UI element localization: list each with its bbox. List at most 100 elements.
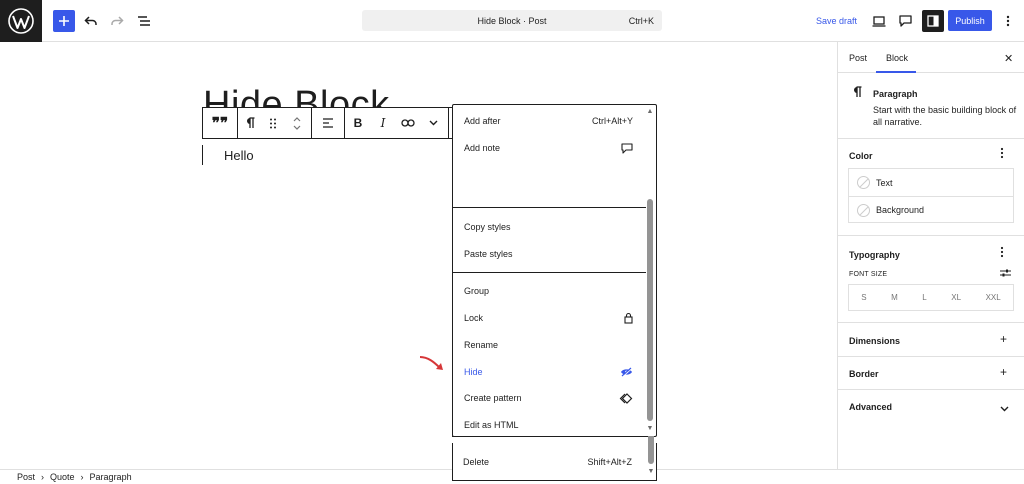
preview-button[interactable] [868, 10, 890, 32]
plus-icon [59, 16, 69, 26]
block-options-menu: Add after Ctrl+Alt+Y Add note Copy style… [452, 104, 657, 437]
color-panel: Color Text Background [838, 139, 1024, 236]
symbol-icon [619, 385, 633, 411]
menu-scrollbar[interactable]: ▲ ▼ [646, 107, 654, 434]
chevron-right-icon: › [80, 472, 84, 482]
comments-button[interactable] [894, 10, 916, 32]
publish-button[interactable]: Publish [948, 10, 992, 31]
save-draft-button[interactable]: Save draft [816, 16, 857, 26]
typography-options-button[interactable] [1000, 246, 1004, 261]
scroll-down-icon[interactable]: ▼ [647, 468, 655, 475]
font-size-l[interactable]: L [922, 293, 926, 302]
custom-size-icon[interactable] [1000, 268, 1011, 280]
command-palette-bar[interactable]: Hide Block · Post Ctrl+K [362, 10, 662, 31]
close-icon[interactable]: ✕ [1004, 52, 1013, 65]
menu-separator [453, 272, 646, 273]
color-option-label: Background [876, 205, 925, 215]
color-option-background[interactable]: Background [849, 196, 1013, 223]
plus-icon[interactable]: + [1000, 365, 1007, 379]
scrollbar-thumb[interactable] [647, 199, 653, 421]
swatch-icon [857, 203, 870, 217]
quote-parent-icon[interactable]: ❞❞ [203, 108, 237, 138]
lock-icon [624, 305, 633, 331]
advanced-panel[interactable]: Advanced [838, 390, 1024, 424]
breadcrumb-paragraph[interactable]: Paragraph [90, 472, 132, 482]
command-shortcut: Ctrl+K [628, 16, 654, 26]
breadcrumb-quote[interactable]: Quote [50, 472, 75, 482]
color-option-text[interactable]: Text [849, 169, 1013, 196]
settings-toggle-button[interactable] [922, 10, 944, 32]
document-overview-button[interactable] [133, 10, 155, 32]
font-size-xxl[interactable]: XXL [986, 293, 1001, 302]
font-size-xl[interactable]: XL [951, 293, 961, 302]
swatch-icon [857, 176, 870, 189]
laptop-icon [872, 15, 886, 27]
chevron-down-icon[interactable] [421, 108, 445, 138]
block-toolbar: ❞❞ B I [202, 107, 481, 139]
dimensions-panel[interactable]: Dimensions + [838, 323, 1024, 357]
menu-item-label: Delete [463, 457, 490, 467]
plus-icon[interactable]: + [1000, 332, 1007, 346]
menu-item-rename[interactable]: Rename [453, 332, 643, 358]
menu-separator [452, 436, 645, 437]
border-panel[interactable]: Border + [838, 357, 1024, 390]
font-size-s[interactable]: S [861, 293, 866, 302]
bold-icon[interactable]: B [345, 108, 371, 138]
block-card-title: Paragraph [873, 89, 918, 99]
comment-icon [898, 15, 912, 27]
shortcut-label: Shift+Alt+Z [587, 457, 632, 467]
typography-panel-title: Typography [849, 250, 900, 260]
menu-item-label: Copy styles [464, 222, 511, 232]
undo-button[interactable] [80, 10, 102, 32]
menu-scrollbar-lower: ▼ [647, 436, 655, 479]
menu-item-group[interactable]: Group [453, 278, 643, 304]
menu-item-edit-as-html[interactable]: Edit as HTML [453, 412, 643, 436]
color-options-button[interactable] [1000, 147, 1004, 162]
tab-block[interactable]: Block [886, 53, 908, 63]
font-size-m[interactable]: M [891, 293, 898, 302]
comment-icon [621, 135, 633, 161]
scroll-up-icon[interactable]: ▲ [646, 107, 654, 117]
chevron-down-icon[interactable] [1000, 401, 1009, 415]
italic-icon[interactable]: I [371, 108, 395, 138]
document-title: Hide Block · Post [477, 16, 547, 26]
color-options: Text Background [848, 168, 1014, 223]
color-option-label: Text [876, 177, 893, 188]
settings-sidebar: Post Block ✕ Paragraph Start with the ba… [837, 42, 1024, 469]
align-left-icon[interactable] [312, 108, 343, 138]
wordpress-logo-icon[interactable] [0, 0, 42, 42]
scrollbar-thumb[interactable] [648, 436, 654, 464]
menu-item-add-after[interactable]: Add after Ctrl+Alt+Y [453, 108, 643, 134]
drag-handle-icon[interactable] [262, 108, 284, 138]
scroll-down-icon[interactable]: ▼ [646, 424, 654, 434]
menu-item-label: Lock [464, 313, 484, 323]
redo-button[interactable] [106, 10, 128, 32]
advanced-panel-title: Advanced [849, 402, 893, 412]
link-icon[interactable] [395, 108, 421, 138]
undo-icon [84, 16, 97, 25]
toolbar-group-parent: ❞❞ [202, 107, 238, 139]
menu-item-paste-styles[interactable]: Paste styles [453, 241, 643, 267]
menu-item-label: Add note [464, 143, 501, 153]
options-button[interactable] [997, 10, 1019, 32]
move-up-down-icon[interactable] [284, 108, 310, 138]
sidebar-tabs: Post Block ✕ [838, 42, 1024, 73]
breadcrumb-post[interactable]: Post [17, 472, 35, 482]
editor-canvas: Hide Block Hello ❞❞ B I [0, 42, 837, 469]
menu-item-label: Group [464, 286, 490, 296]
red-arrow-icon [419, 356, 443, 370]
tab-post[interactable]: Post [849, 53, 867, 63]
menu-item-delete[interactable]: Delete Shift+Alt+Z [452, 449, 642, 475]
paragraph-icon[interactable] [238, 108, 262, 138]
menu-item-create-pattern[interactable]: Create pattern [453, 385, 643, 411]
menu-item-label: Create pattern [464, 393, 522, 403]
block-card: Paragraph Start with the basic building … [838, 73, 1024, 139]
more-vertical-icon [1000, 147, 1004, 159]
paragraph-block[interactable]: Hello [224, 148, 254, 163]
menu-item-lock[interactable]: Lock [453, 305, 643, 331]
menu-item-hide[interactable]: Hide [453, 359, 643, 385]
paragraph-icon [852, 86, 862, 101]
add-block-button[interactable] [53, 10, 75, 32]
menu-item-add-note[interactable]: Add note [453, 135, 643, 161]
menu-item-copy-styles[interactable]: Copy styles [453, 214, 643, 240]
